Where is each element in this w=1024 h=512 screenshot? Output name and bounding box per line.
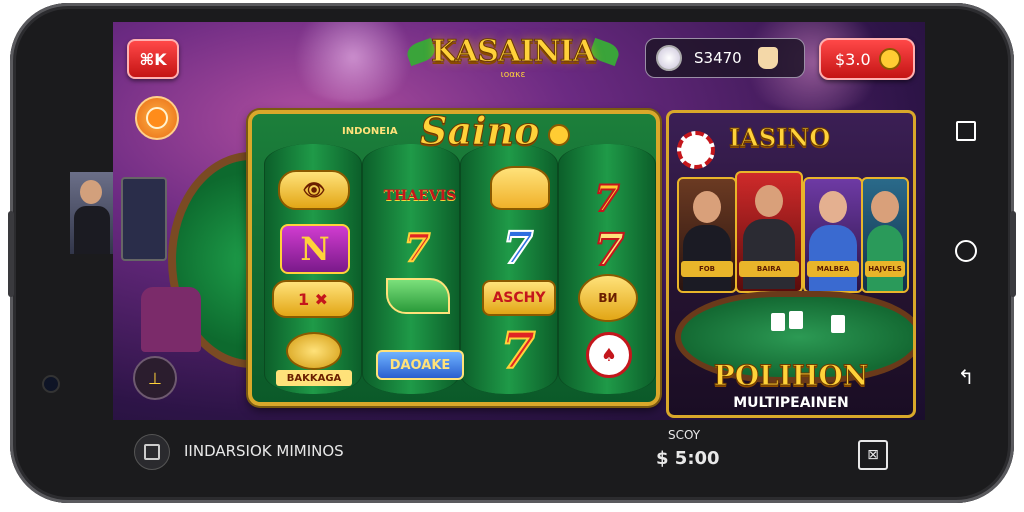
slot-symbol-label: 1 ✖: [272, 280, 354, 318]
slot-symbol-seven: 7: [403, 224, 431, 271]
circle-nav-icon[interactable]: [955, 240, 977, 262]
coin-value: S3470: [694, 49, 742, 67]
front-camera: [42, 375, 60, 393]
slot-panel[interactable]: INDONEIA Saino 👁 THAEVIS 7 N 7 7 7 1 ✖ A…: [248, 110, 660, 406]
panel-footer-title: POLIHON: [713, 359, 869, 393]
player-card[interactable]: BAIRA: [735, 171, 803, 293]
brand-title: KASAINIA: [431, 34, 597, 70]
slot-title: Saino: [419, 110, 540, 154]
score-label: SCOY: [668, 428, 701, 442]
player-card[interactable]: MALBEA: [803, 177, 863, 293]
live-casino-panel[interactable]: IASINO FOB BAIRA MALBEA HAJVELS POLIHON …: [666, 110, 916, 418]
bolt-button[interactable]: [135, 96, 179, 140]
card-icon: [771, 313, 785, 331]
game-screen: ⌘K ⊥ KASAINIA ιοακε S3470 $3.0 INDONEIA …: [113, 22, 925, 420]
square-nav-icon[interactable]: [955, 120, 977, 142]
coin-icon: [878, 48, 901, 70]
panel-footer-subtitle: MULTIPEAINEN: [733, 395, 849, 411]
slot-symbol-label: ВИ: [578, 274, 638, 322]
chip-icon: [677, 131, 715, 169]
slot-symbol-coins: [286, 332, 342, 370]
card-icon: [831, 315, 845, 333]
slot-symbol-label: THAEVIS: [383, 188, 457, 204]
slot-symbol-seven: 7: [502, 222, 535, 275]
trophy-icon: [757, 47, 778, 69]
slot-symbol-seven: 7: [500, 320, 537, 381]
slot-symbol-card: ♠: [586, 332, 632, 378]
slot-symbol-leaf: [386, 278, 450, 314]
menu-icon: ⌘K: [139, 49, 167, 69]
puzzle-icon[interactable]: ⊠: [858, 440, 888, 470]
cash-balance[interactable]: $3.0: [819, 38, 915, 80]
lock-button[interactable]: [134, 434, 170, 470]
slot-title-bar: INDONEIA Saino: [252, 110, 656, 156]
slot-symbol-seven: 7: [593, 224, 626, 277]
coin-balance[interactable]: S3470: [645, 38, 805, 78]
light-glow: [283, 22, 423, 102]
slot-symbol-seven: 7: [593, 177, 620, 221]
panel-title: IASINO: [728, 123, 831, 153]
left-panel: [113, 22, 334, 420]
home-icon: ⊥: [148, 368, 162, 388]
chair-decor: [141, 287, 201, 352]
slot-symbol-label: DAOAKE: [376, 350, 464, 380]
slot-symbol-label: ASCHY: [482, 280, 556, 316]
score-value: $ 5:00: [656, 448, 720, 469]
brand-subtitle: ιοακε: [500, 70, 526, 80]
slot-symbol-fruit: [490, 166, 550, 210]
card-icon: [789, 311, 803, 329]
volume-button: [8, 211, 14, 297]
coin-icon: [548, 124, 570, 146]
lock-icon: [144, 444, 160, 460]
player-card[interactable]: HAJVELS: [861, 177, 909, 293]
player-card[interactable]: FOB: [677, 177, 737, 293]
home-button[interactable]: ⊥: [133, 356, 177, 400]
menu-button[interactable]: ⌘K: [127, 39, 179, 79]
back-nav-icon[interactable]: ↰: [955, 365, 977, 389]
slot-symbol-letter: N: [280, 224, 350, 274]
side-photo: [70, 172, 114, 254]
slot-symbol-label: BAKKAGA: [276, 370, 352, 386]
slot-symbol-eye: 👁: [278, 170, 350, 210]
slot-machine-decor: [121, 177, 167, 261]
bolt-icon: [146, 107, 168, 129]
slot-title-prefix: INDONEIA: [342, 126, 398, 137]
gem-icon: [656, 45, 682, 71]
cash-value: $3.0: [835, 49, 871, 69]
bottom-label: IINDARSIOK MIMINOS: [184, 442, 344, 460]
power-button: [1010, 211, 1016, 297]
